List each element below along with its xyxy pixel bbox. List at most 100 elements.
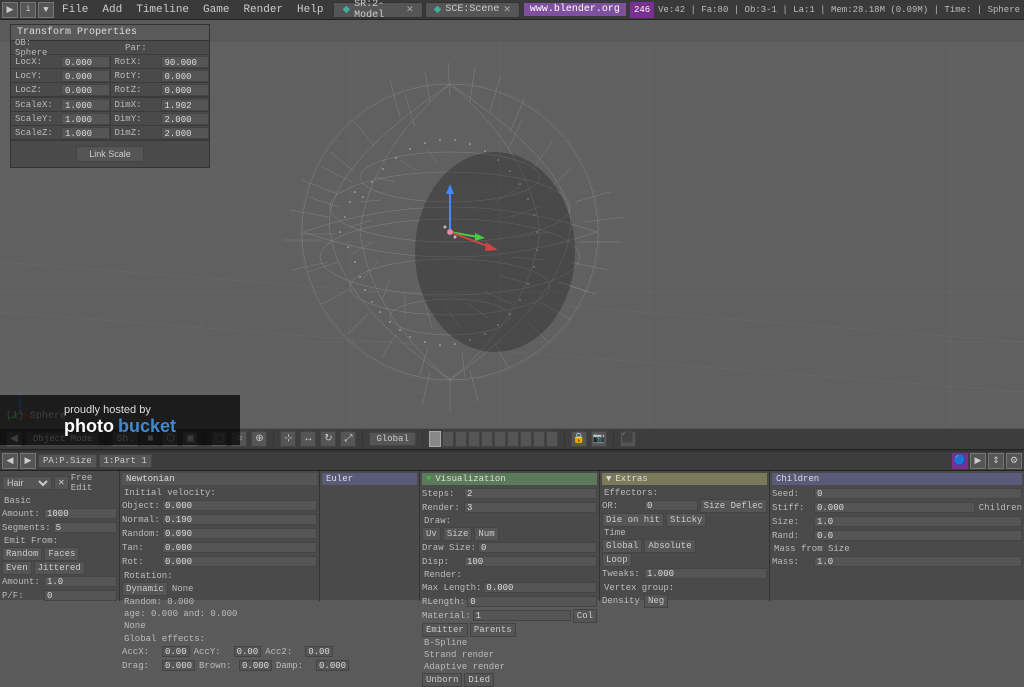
pfp-value[interactable]: 0 [44, 590, 117, 601]
rotx-value[interactable]: 90.000 [161, 56, 210, 68]
accy-value[interactable]: 0.00 [234, 646, 262, 657]
obj-value[interactable]: 0.000 [162, 500, 317, 511]
disp-value[interactable]: 100 [464, 556, 597, 567]
menu-file[interactable]: File [56, 0, 94, 20]
segments-value[interactable]: 5 [53, 522, 117, 533]
layer-5[interactable] [481, 431, 493, 447]
material-value[interactable]: 1 [473, 610, 571, 621]
dimy-value[interactable]: 2.000 [161, 113, 210, 125]
pa-arrows[interactable]: ⇕ [988, 453, 1004, 469]
scale-icon[interactable]: ⤢ [340, 431, 356, 447]
layer-4[interactable] [468, 431, 480, 447]
unborn-btn[interactable]: Unborn [422, 673, 462, 687]
seed-value[interactable]: 0 [814, 488, 1022, 499]
menu-render[interactable]: Render [237, 0, 289, 20]
pa-right-icon[interactable]: ▶ [20, 453, 36, 469]
emit-amount-value[interactable]: 1.0 [44, 576, 117, 587]
link-scale-button[interactable]: Link Scale [76, 146, 144, 162]
rand-value[interactable]: 0.0 [814, 530, 1022, 541]
rotz-value[interactable]: 0.000 [161, 84, 210, 96]
locx-value[interactable]: 0.000 [61, 56, 110, 68]
locz-value[interactable]: 0.000 [61, 84, 110, 96]
emit-even-btn[interactable]: Even [2, 561, 32, 575]
layer-3[interactable] [455, 431, 467, 447]
snap-icon[interactable]: ⊕ [251, 431, 267, 447]
stiff-value[interactable]: 0.000 [814, 502, 975, 513]
num-btn[interactable]: Num [474, 527, 498, 541]
pa-expand[interactable]: ▶ [970, 453, 986, 469]
drag-value[interactable]: 0.000 [162, 660, 195, 671]
parents-btn[interactable]: Parents [470, 623, 516, 637]
window-icon[interactable]: ▼ [38, 2, 54, 18]
layer-7[interactable] [507, 431, 519, 447]
global-btn[interactable]: Global [602, 539, 642, 553]
emit-faces-btn[interactable]: Faces [44, 547, 79, 561]
hair-type-select[interactable]: Hair Emitter [2, 476, 52, 490]
rotate-icon[interactable]: ↻ [320, 431, 336, 447]
emitter-btn[interactable]: Emitter [422, 623, 468, 637]
layer-1[interactable] [429, 431, 441, 447]
rlength-value[interactable]: 0 [467, 596, 597, 607]
died-btn[interactable]: Died [464, 673, 494, 687]
damp-value[interactable]: 0.000 [316, 660, 349, 671]
tab-model[interactable]: ◆ SR:2-Model ✕ [333, 2, 422, 18]
max-length-value[interactable]: 0.000 [483, 582, 597, 593]
draw-size-value[interactable]: 0 [478, 542, 597, 553]
layer-8[interactable] [520, 431, 532, 447]
ch-size-value[interactable]: 1.0 [814, 516, 1022, 527]
layer-2[interactable] [442, 431, 454, 447]
pa-settings[interactable]: ⚙ [1006, 453, 1022, 469]
tab-scene-close[interactable]: ✕ [503, 5, 511, 15]
size-deflec-btn[interactable]: Size Deflec [700, 499, 767, 513]
accx-value[interactable]: 0.00 [162, 646, 190, 657]
lock-icon[interactable]: 🔒 [571, 431, 587, 447]
pa-size-btn[interactable]: ✕ [54, 476, 69, 490]
emit-random-btn[interactable]: Random [2, 547, 42, 561]
info-icon[interactable]: i [20, 2, 36, 18]
acc2-value[interactable]: 0.00 [305, 646, 333, 657]
size-btn[interactable]: Size [443, 527, 473, 541]
absolute-btn[interactable]: Absolute [644, 539, 695, 553]
pa-tab-size[interactable]: PA:P.Size [38, 454, 97, 468]
random-vel-value[interactable]: 0.090 [162, 528, 317, 539]
cursor-icon[interactable]: ⊹ [280, 431, 296, 447]
mass-value[interactable]: 1.0 [814, 556, 1022, 567]
menu-game[interactable]: Game [197, 0, 235, 20]
layer-9[interactable] [533, 431, 545, 447]
locy-value[interactable]: 0.000 [61, 70, 110, 82]
render-icon[interactable]: ⬛ [620, 431, 636, 447]
global-local-select[interactable]: Global [369, 432, 415, 446]
loop-btn[interactable]: Loop [602, 553, 632, 567]
scaley-value[interactable]: 1.000 [61, 113, 110, 125]
scalez-value[interactable]: 1.000 [61, 127, 110, 139]
neg-btn[interactable]: Neg [644, 594, 668, 608]
tab-scene[interactable]: ◆ SCE:Scene ✕ [425, 2, 520, 18]
die-on-hit-btn[interactable]: Die on hit [602, 513, 664, 527]
amount-value[interactable]: 1000 [44, 508, 117, 519]
menu-help[interactable]: Help [291, 0, 329, 20]
tan-value[interactable]: 0.000 [162, 542, 317, 553]
scalex-value[interactable]: 1.000 [61, 99, 110, 111]
grab-icon[interactable]: ↔ [300, 431, 316, 447]
dynamic-btn[interactable]: Dynamic [122, 582, 168, 596]
steps-value[interactable]: 2 [464, 488, 597, 499]
menu-add[interactable]: Add [96, 0, 128, 20]
render-steps-value[interactable]: 3 [464, 502, 597, 513]
roty-value[interactable]: 0.000 [161, 70, 210, 82]
layer-6[interactable] [494, 431, 506, 447]
pa-tab-part1[interactable]: 1:Part 1 [99, 454, 152, 468]
blender-link[interactable]: www.blender.org [524, 3, 626, 16]
menu-timeline[interactable]: Timeline [130, 0, 195, 20]
dimz-value[interactable]: 2.000 [161, 127, 210, 139]
sticky-btn[interactable]: Sticky [666, 513, 706, 527]
blender-icon[interactable]: ▶ [2, 2, 18, 18]
rot-value[interactable]: 0.000 [162, 556, 317, 567]
brown-value[interactable]: 0.000 [239, 660, 272, 671]
layer-10[interactable] [546, 431, 558, 447]
dimx-value[interactable]: 1.902 [161, 99, 210, 111]
pa-left-icon[interactable]: ◀ [2, 453, 18, 469]
tab-model-close[interactable]: ✕ [406, 5, 414, 15]
normal-value[interactable]: 0.190 [162, 514, 317, 525]
col-btn[interactable]: Col [573, 609, 597, 623]
camera-icon[interactable]: 📷 [591, 431, 607, 447]
